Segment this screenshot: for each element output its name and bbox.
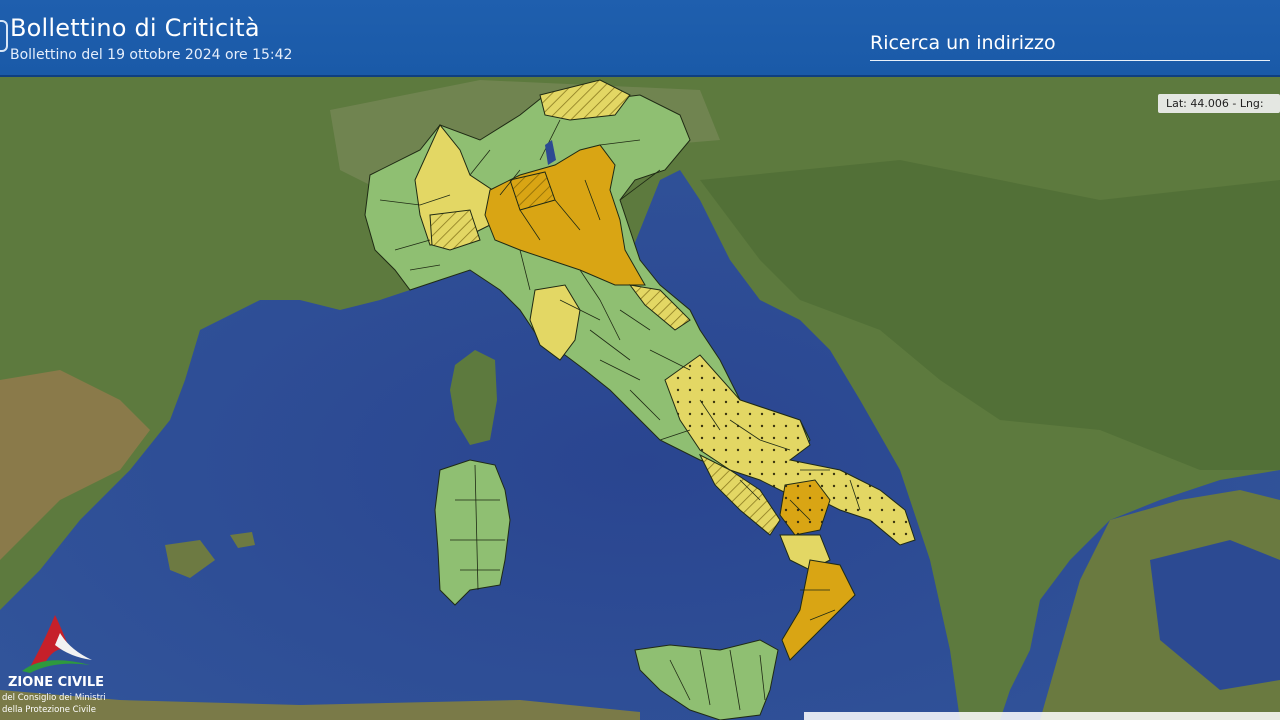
- protezione-civile-logo: ZIONE CIVILE del Consiglio dei Ministri …: [0, 605, 106, 720]
- protezione-civile-emblem-icon: [22, 615, 92, 673]
- logo-line1: del Consiglio dei Ministri: [2, 693, 106, 703]
- page-title: Bollettino di Criticità: [10, 14, 260, 42]
- zone-green-sardegna[interactable]: [434, 459, 511, 606]
- bulletin-date: Bollettino del 19 ottobre 2024 ore 15:42: [10, 47, 293, 63]
- logo-name: ZIONE CIVILE: [8, 675, 105, 690]
- coordinates-readout: Lat: 44.006 - Lng:: [1158, 94, 1280, 113]
- app-header: Bollettino di Criticità Bollettino del 1…: [0, 0, 1280, 77]
- map-canvas[interactable]: [0, 77, 1280, 720]
- logo-line2: della Protezione Civile: [2, 705, 96, 715]
- map-attribution: [804, 712, 1280, 720]
- address-search-input[interactable]: Ricerca un indirizzo: [870, 30, 1270, 61]
- app-logo-icon: [0, 20, 8, 52]
- search-placeholder: Ricerca un indirizzo: [870, 32, 1056, 54]
